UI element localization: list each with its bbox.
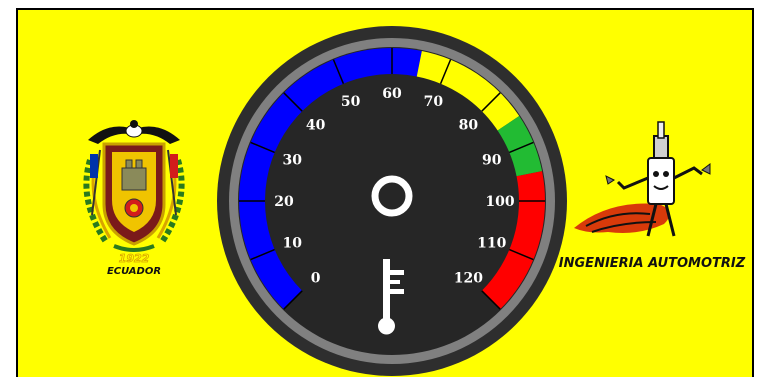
gauge-scale-label: 60 [382, 86, 402, 102]
dashboard-panel: 1922 ECUADOR 0 10 20 30 40 50 60 70 80 90 100 110 12… [16, 8, 754, 377]
screen-frame: 1922 ECUADOR 0 10 20 30 40 50 60 70 80 90 100 110 12… [0, 0, 759, 377]
temperature-gauge: 0 10 20 30 40 50 60 70 80 90 100 110 120 [217, 26, 567, 376]
gauge-scale-label: 110 [477, 235, 506, 251]
gauge-scale-label: 50 [341, 94, 361, 110]
gauge-scale-label: 100 [485, 194, 514, 210]
logo-country-text: ECUADOR [107, 266, 161, 277]
gauge-scale-label: 20 [274, 194, 294, 210]
logo-year-text: 1922 [119, 252, 150, 265]
gauge-scale-label: 120 [454, 270, 483, 286]
brand-caption-text: INGENIERIA AUTOMOTRIZ [559, 256, 746, 271]
gauge-scale-label: 90 [482, 153, 502, 169]
gauge-scale-label: 70 [424, 94, 444, 110]
gauge-scale-label: 0 [311, 270, 321, 286]
dashboard-canvas: 1922 ECUADOR 0 10 20 30 40 50 60 70 80 90 100 110 12… [18, 10, 752, 377]
gauge-scale-label: 10 [282, 235, 302, 251]
gauge-scale-label: 80 [459, 118, 479, 134]
gauge-scale-label: 30 [282, 153, 302, 169]
gauge-scale-label: 40 [306, 118, 326, 134]
